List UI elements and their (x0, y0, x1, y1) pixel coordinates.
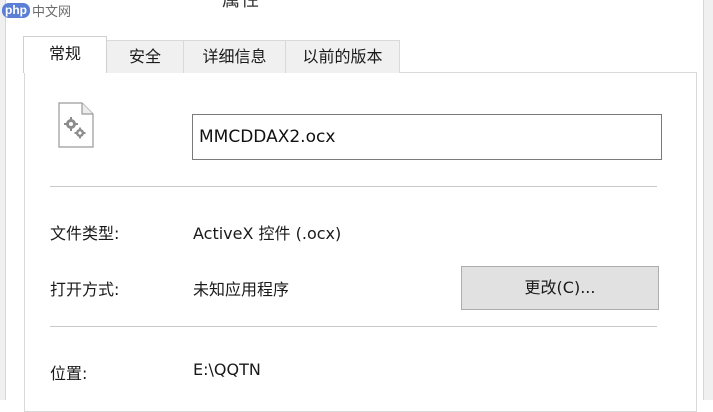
file-type-value: ActiveX 控件 (.ocx) (193, 224, 342, 243)
divider-top (50, 186, 657, 187)
window-frame-left (0, 0, 6, 400)
opens-with-value: 未知应用程序 (193, 280, 290, 299)
window-title: 属性 (222, 0, 260, 11)
location-value: E:\QQTN (193, 360, 261, 379)
file-type-label: 文件类型: (50, 224, 120, 243)
tab-details[interactable]: 详细信息 (183, 40, 286, 73)
tab-general[interactable]: 常规 (23, 36, 107, 73)
change-button[interactable]: 更改(C)... (461, 266, 659, 310)
tab-security[interactable]: 安全 (106, 40, 184, 73)
settings-file-icon (58, 102, 94, 148)
tab-previous-versions[interactable]: 以前的版本 (285, 40, 400, 73)
window-frame-right (703, 0, 713, 400)
location-label: 位置: (50, 364, 88, 383)
opens-with-label: 打开方式: (50, 280, 120, 299)
site-watermark-logo: php 中文网 (2, 1, 71, 20)
divider-middle (50, 326, 657, 327)
file-name-field[interactable] (192, 114, 662, 160)
watermark-brand-tag: php (2, 3, 30, 18)
tab-strip: 常规 安全 详细信息 以前的版本 (23, 36, 400, 73)
watermark-brand-text: 中文网 (32, 4, 72, 19)
